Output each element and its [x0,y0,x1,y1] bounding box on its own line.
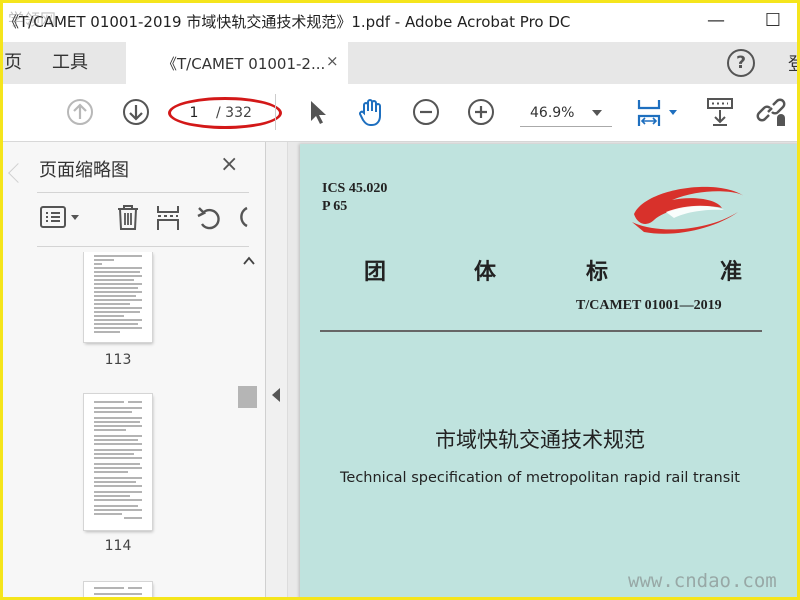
tab-tools[interactable]: 工具 [52,42,88,84]
panel-divider [37,246,249,247]
sign-in-partial[interactable]: 登 [788,50,800,76]
thumbnail-page[interactable] [84,582,152,600]
tab-close-button[interactable]: × [326,52,339,70]
site-watermark: www.cndao.com [628,570,777,592]
tab-bar: 页 工具 《T/CAMET 01001-2... × ? 登 [0,42,800,84]
thumbnail-text-lines [94,401,142,519]
doc-standard-char: 准 [720,259,743,284]
doc-standard-char: 标 [586,259,609,284]
zoom-out-icon[interactable] [410,96,442,128]
document-page: ICS 45.020 P 65 团 体 标 准 T/CAMET 01001—20… [300,144,800,600]
thumbnail-label: 113 [104,352,132,368]
help-button[interactable]: ? [727,49,755,77]
scroll-mode-icon[interactable] [704,96,736,128]
toolbar: 1 / 332 46.9% [0,84,800,142]
doc-title-english: Technical specification of metropolitan … [340,470,740,486]
delete-icon[interactable] [113,202,143,232]
zoom-select[interactable]: 46.9% [520,101,612,127]
tab-document[interactable]: 《T/CAMET 01001-2... × [126,42,348,84]
thumbnail-list: 113 114 [23,252,239,600]
camet-logo [632,186,744,234]
next-page-icon[interactable] [120,96,152,128]
page-number-input[interactable]: 1 [184,105,204,121]
options-menu-icon[interactable] [39,202,85,232]
collapse-panel-icon[interactable] [272,388,280,402]
thumbnail-scrollbar[interactable] [237,252,259,600]
toolbar-divider [275,94,276,130]
panel-splitter[interactable] [266,142,288,600]
zoom-value: 46.9% [530,105,575,121]
corner-watermark: 学领网 [8,10,57,29]
share-link-icon[interactable] [756,96,788,128]
chevron-up-icon[interactable] [243,256,255,266]
page-total: / 332 [216,105,252,121]
prev-page-icon[interactable] [64,96,96,128]
zoom-in-icon[interactable] [465,96,497,128]
thumbnail-label: 114 [104,538,132,554]
title-bar: 《T/CAMET 01001-2019 市域快轨交通技术规范》1.pdf - A… [0,0,800,42]
panel-divider [37,192,249,193]
doc-title-chinese: 市域快轨交通技术规范 [435,428,645,452]
select-arrow-icon[interactable] [302,96,334,128]
scrollbar-thumb[interactable] [238,386,257,408]
doc-standard-code: T/CAMET 01001—2019 [576,298,722,313]
doc-ics: ICS 45.020 [322,181,388,196]
thumbnail-text-lines [94,255,142,333]
document-view[interactable]: ICS 45.020 P 65 团 体 标 准 T/CAMET 01001—20… [288,142,800,600]
doc-divider [320,330,762,332]
doc-standard-char: 体 [474,259,497,284]
tab-document-label: 《T/CAMET 01001-2... [162,55,326,73]
doc-p-code: P 65 [322,199,348,214]
minimize-button[interactable]: — [700,6,732,36]
panel-close-button[interactable]: × [220,152,238,177]
tab-home[interactable]: 页 [4,42,22,84]
doc-standard-char: 团 [364,259,387,284]
chevron-down-icon [592,110,602,116]
thumbnails-panel: 页面缩略图 × 113 114 [3,142,266,600]
window-title: 《T/CAMET 01001-2019 市域快轨交通技术规范》1.pdf - A… [4,13,571,31]
doc-ics-code: ICS 45.020 P 65 [322,180,387,216]
maximize-button[interactable]: ☐ [757,6,789,36]
redo-icon[interactable] [235,202,249,232]
thumbnail-text-lines [94,587,142,595]
hand-icon[interactable] [355,96,387,128]
thumbnail-page[interactable] [84,394,152,530]
insert-page-icon[interactable] [153,202,183,232]
panel-title: 页面缩略图 [39,160,129,181]
panel-pointer [8,163,28,183]
undo-icon[interactable] [195,202,225,232]
fit-page-icon[interactable] [634,96,682,128]
thumbnail-page[interactable] [84,252,152,342]
